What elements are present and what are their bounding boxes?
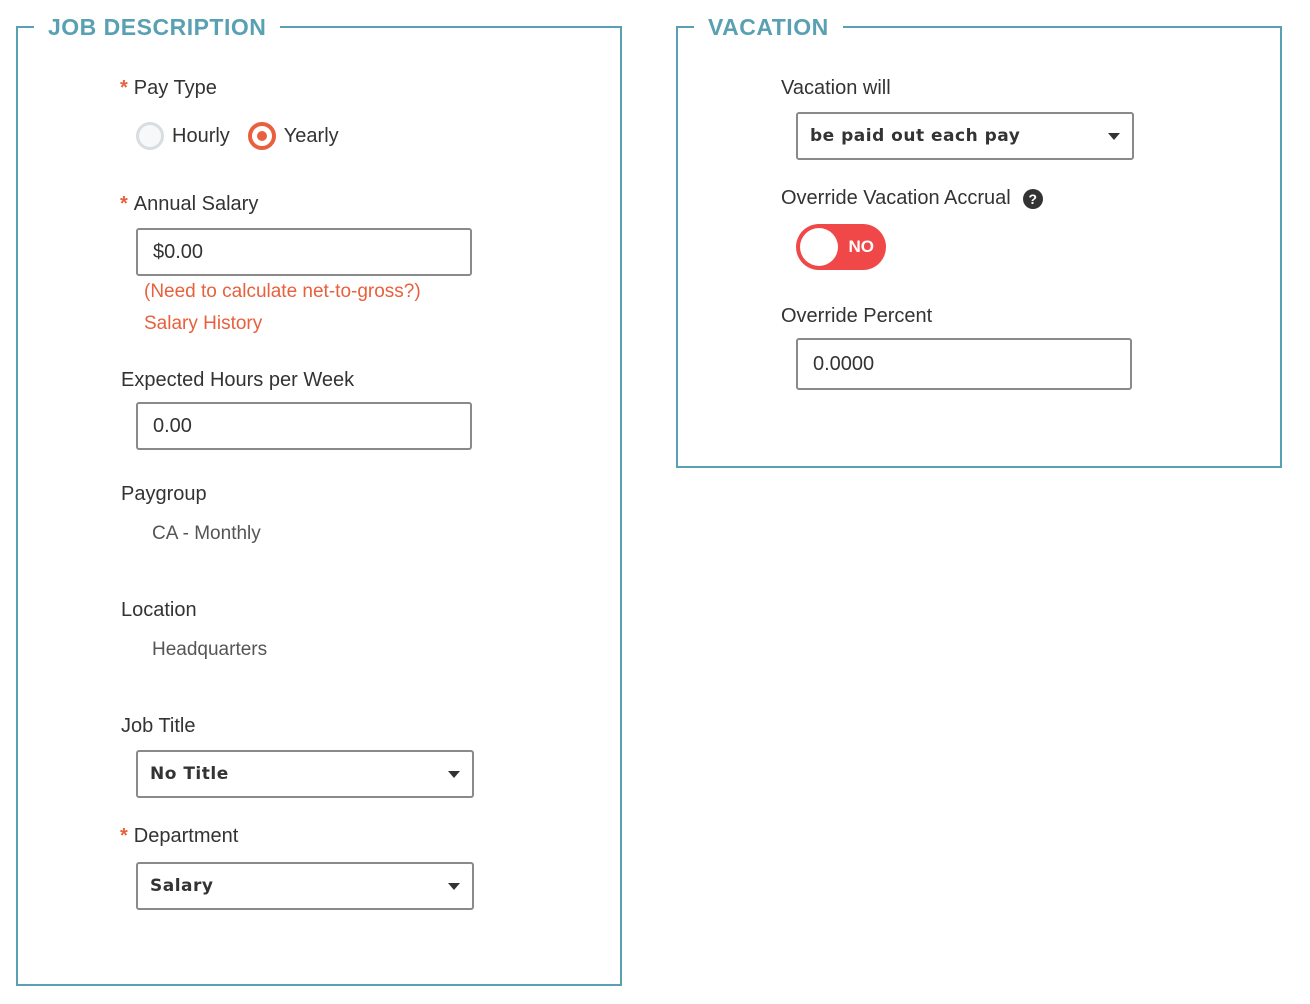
expected-hours-label: Expected Hours per Week <box>121 369 355 391</box>
department-selected: Salary <box>150 876 214 896</box>
override-accrual-toggle[interactable]: NO <box>796 224 886 270</box>
pay-type-label: * Pay Type <box>120 76 217 100</box>
location-label: Location <box>121 599 197 621</box>
chevron-down-icon <box>448 770 460 778</box>
override-percent-label: Override Percent <box>781 305 933 327</box>
location-value: Headquarters <box>152 639 268 660</box>
vacation-panel: VACATION Vacation will be paid out each … <box>676 12 1282 468</box>
toggle-state-text: NO <box>848 237 875 256</box>
override-percent-input[interactable] <box>796 338 1132 390</box>
toggle-knob <box>800 228 838 266</box>
paygroup-label: Paygroup <box>121 483 207 505</box>
vacation-title: VACATION <box>694 12 843 42</box>
question-circle-icon[interactable]: ? <box>1022 188 1043 209</box>
vacation-will-label: Vacation will <box>781 77 891 99</box>
department-label-text: Department <box>133 825 239 847</box>
radio-hourly-label: Hourly <box>172 125 230 147</box>
net-to-gross-link[interactable]: (Need to calculate net-to-gross?) <box>144 280 421 304</box>
pay-type-radio-group: Hourly Yearly <box>136 122 357 150</box>
job-description-title: JOB DESCRIPTION <box>34 12 281 42</box>
override-accrual-label: Override Vacation Accrual? <box>781 186 1043 210</box>
required-mark: * <box>120 193 128 215</box>
pay-type-label-text: Pay Type <box>133 77 217 99</box>
radio-checked-icon[interactable] <box>247 122 276 150</box>
job-title-select[interactable]: No Title <box>136 750 474 798</box>
department-label: * Department <box>120 824 238 848</box>
radio-unchecked-icon[interactable] <box>136 122 164 150</box>
annual-salary-label-text: Annual Salary <box>133 193 259 215</box>
paygroup-value: CA - Monthly <box>152 523 261 544</box>
required-mark: * <box>120 77 128 99</box>
expected-hours-input[interactable] <box>136 402 472 450</box>
radio-hourly[interactable]: Hourly <box>136 122 230 150</box>
job-title-selected: No Title <box>150 764 229 784</box>
vacation-will-select[interactable]: be paid out each pay <box>796 112 1134 160</box>
radio-yearly-label: Yearly <box>283 125 339 147</box>
chevron-down-icon <box>1108 132 1120 140</box>
required-mark: * <box>120 825 128 847</box>
chevron-down-icon <box>448 882 460 890</box>
annual-salary-input[interactable] <box>136 228 472 276</box>
salary-history-link[interactable]: Salary History <box>144 312 262 336</box>
radio-yearly[interactable]: Yearly <box>247 122 339 150</box>
override-accrual-label-text: Override Vacation Accrual <box>781 187 1011 209</box>
job-title-label: Job Title <box>121 715 196 737</box>
job-description-panel: JOB DESCRIPTION * Pay Type Hourly Yearly … <box>16 12 622 986</box>
annual-salary-label: * Annual Salary <box>120 192 258 216</box>
department-select[interactable]: Salary <box>136 862 474 910</box>
vacation-will-selected: be paid out each pay <box>810 126 1021 146</box>
